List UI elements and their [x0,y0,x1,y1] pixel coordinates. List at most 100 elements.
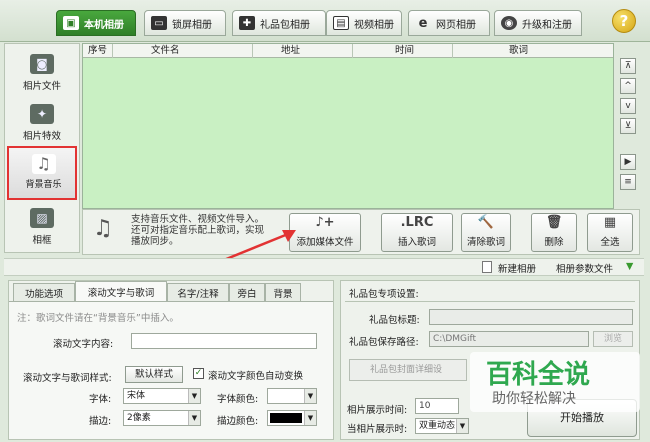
auto-color-label: 滚动文字颜色自动变换 [208,371,304,382]
stroke-color-label: 描边颜色: [217,416,259,427]
ie-icon: e [418,15,428,31]
film-icon: ▤ [333,16,349,30]
sidebar-item-label: 背景音乐 [25,180,62,190]
browse-button[interactable]: 浏览 [593,331,633,347]
globe-icon: ◉ [501,16,517,30]
column-header[interactable]: 歌词 [453,44,613,58]
lrc-icon: .LRC [400,215,434,230]
status-bar: 新建相册 相册参数文件 ▼ [4,258,644,276]
font-color-label: 字体颜色: [217,394,259,405]
lyrics-note: 注：歌词文件请在“背景音乐”中插入。 [17,313,179,324]
sidebar-item-label: 相框 [32,235,52,246]
list-nav-buttons: ⊼ ^ v ⊻ ▶ ≡ [618,56,640,196]
watermark: 百科全说 助你轻松解决 [470,352,640,412]
animation-select[interactable]: 双重动态 ▼ [415,418,469,434]
column-header[interactable]: 时间 [353,44,453,58]
tab-local-album[interactable]: ▣ 本机相册 [56,10,136,36]
font-select[interactable]: 宋体 ▼ [123,388,201,404]
music-note-icon: ♫ [31,154,56,174]
watermark-subtitle: 助你轻松解决 [492,391,576,407]
select-all-button[interactable]: ▦ 全选 [587,213,633,252]
style-label: 滚动文字与歌词样式: [23,373,112,384]
play-button[interactable]: ▶ [620,154,636,170]
move-down-button[interactable]: v [620,98,636,114]
tab-label: 本机相册 [84,19,124,31]
button-label: 清除歌词 [466,237,505,248]
sidebar-item-label: 相片文件 [22,81,61,92]
tab-gift-album[interactable]: ✚ 礼品包相册 [232,10,326,36]
content-label: 滚动文字内容: [53,339,114,350]
font-value: 宋体 [127,391,146,401]
insert-lyrics-button[interactable]: .LRC 插入歌词 [381,213,453,252]
watermark-title: 百科全说 [486,360,591,390]
move-up-button[interactable]: ^ [620,78,636,94]
gift-settings-title: 礼品包专项设置: [349,289,419,300]
move-top-button[interactable]: ⊼ [620,58,636,74]
top-tab-bar: ▣ 本机相册 ▭ 锁屏相册 ✚ 礼品包相册 ▤ 视频相册 e 网页相册 ◉ 升级… [0,0,650,42]
monitor-icon: ▭ [151,16,167,30]
tab-upgrade-register[interactable]: ◉ 升级和注册 [494,10,582,36]
stroke-value: 2像素 [127,413,151,423]
new-album-link[interactable]: 新建相册 [498,261,536,275]
tab-lockscreen-album[interactable]: ▭ 锁屏相册 [144,10,226,36]
tab-name-note[interactable]: 名字/注释 [167,283,229,301]
gift-title-input[interactable] [429,309,633,325]
chevron-down-icon[interactable]: ▼ [626,261,633,272]
sparkle-icon: ✦ [30,104,54,124]
properties-button[interactable]: ≡ [620,174,636,190]
document-icon [482,261,492,273]
button-label: 全选 [600,237,620,248]
dropdown-arrow-icon: ▼ [456,419,468,433]
tab-label: 视频相册 [354,19,394,31]
sidebar-item-frame[interactable]: ▨ 相框 [7,202,77,252]
stroke-select[interactable]: 2像素 ▼ [123,410,201,426]
scroll-lyrics-panel: 注：歌词文件请在“背景音乐”中插入。 滚动文字内容: 滚动文字与歌词样式: 默认… [9,301,333,439]
sidebar-item-photos[interactable]: ◙ 相片文件 [7,48,77,98]
sidebar-item-music[interactable]: ♫ 背景音乐 [7,146,77,200]
tab-narration[interactable]: 旁白 [229,283,265,301]
tab-function-options[interactable]: 功能选项 [13,283,75,301]
trash-icon: 🗑 [545,215,563,230]
add-media-button[interactable]: ♪+ 添加媒体文件 [289,213,361,252]
scroll-text-input[interactable] [131,333,317,349]
font-color-select[interactable]: ▼ [267,388,317,404]
delete-button[interactable]: 🗑 删除 [531,213,577,252]
gift-path-input[interactable]: C:\DMGift [429,331,589,347]
camera-icon: ◙ [30,54,54,74]
display-time-input[interactable]: 10 [415,398,459,414]
photo-icon: ▣ [63,16,79,30]
tab-web-album[interactable]: e 网页相册 [408,10,490,36]
options-panel: 功能选项 滚动文字与歌词 名字/注释 旁白 背景 注：歌词文件请在“背景音乐”中… [8,280,334,440]
tab-background[interactable]: 背景 [265,283,301,301]
column-header[interactable]: 文件名 [113,44,253,58]
dropdown-arrow-icon: ▼ [188,411,200,425]
tab-scroll-lyrics[interactable]: 滚动文字与歌词 [75,281,167,301]
music-file-table[interactable]: 序号 文件名 地址 时间 歌词 [82,43,614,209]
gift-cover-button[interactable]: 礼品包封面详细设 [349,359,467,381]
add-music-icon: ♪+ [315,215,335,230]
album-params-link[interactable]: 相册参数文件 [556,261,613,275]
music-toolbar: ♫ 支持音乐文件、视频文件导入。还可对指定音乐配上歌词，实现播放同步。 ♪+ 添… [82,209,640,255]
font-label: 字体: [89,394,112,405]
animation-value: 双重动态 [419,421,456,431]
animation-label: 当相片展示时: [347,424,408,435]
clear-lyrics-button[interactable]: 🔨 清除歌词 [461,213,511,252]
gift-icon: ✚ [239,16,255,30]
button-label: 删除 [544,237,564,248]
auto-color-checkbox[interactable]: ✓ [193,368,204,379]
help-button[interactable]: ? [612,9,636,33]
stroke-color-select[interactable]: ▼ [267,410,317,426]
sidebar-item-effects[interactable]: ✦ 相片特效 [7,98,77,148]
display-time-label: 相片展示时间: [347,405,408,416]
button-label: 插入歌词 [397,237,436,248]
column-header[interactable]: 地址 [253,44,353,58]
default-style-button[interactable]: 默认样式 [125,366,183,383]
move-bottom-button[interactable]: ⊻ [620,118,636,134]
tab-label: 锁屏相册 [172,19,212,31]
tab-video-album[interactable]: ▤ 视频相册 [326,10,402,36]
column-header[interactable]: 序号 [83,44,113,58]
dropdown-arrow-icon: ▼ [188,389,200,403]
divider [345,301,635,302]
tab-label: 升级和注册 [522,19,572,31]
dropdown-arrow-icon: ▼ [304,411,316,425]
